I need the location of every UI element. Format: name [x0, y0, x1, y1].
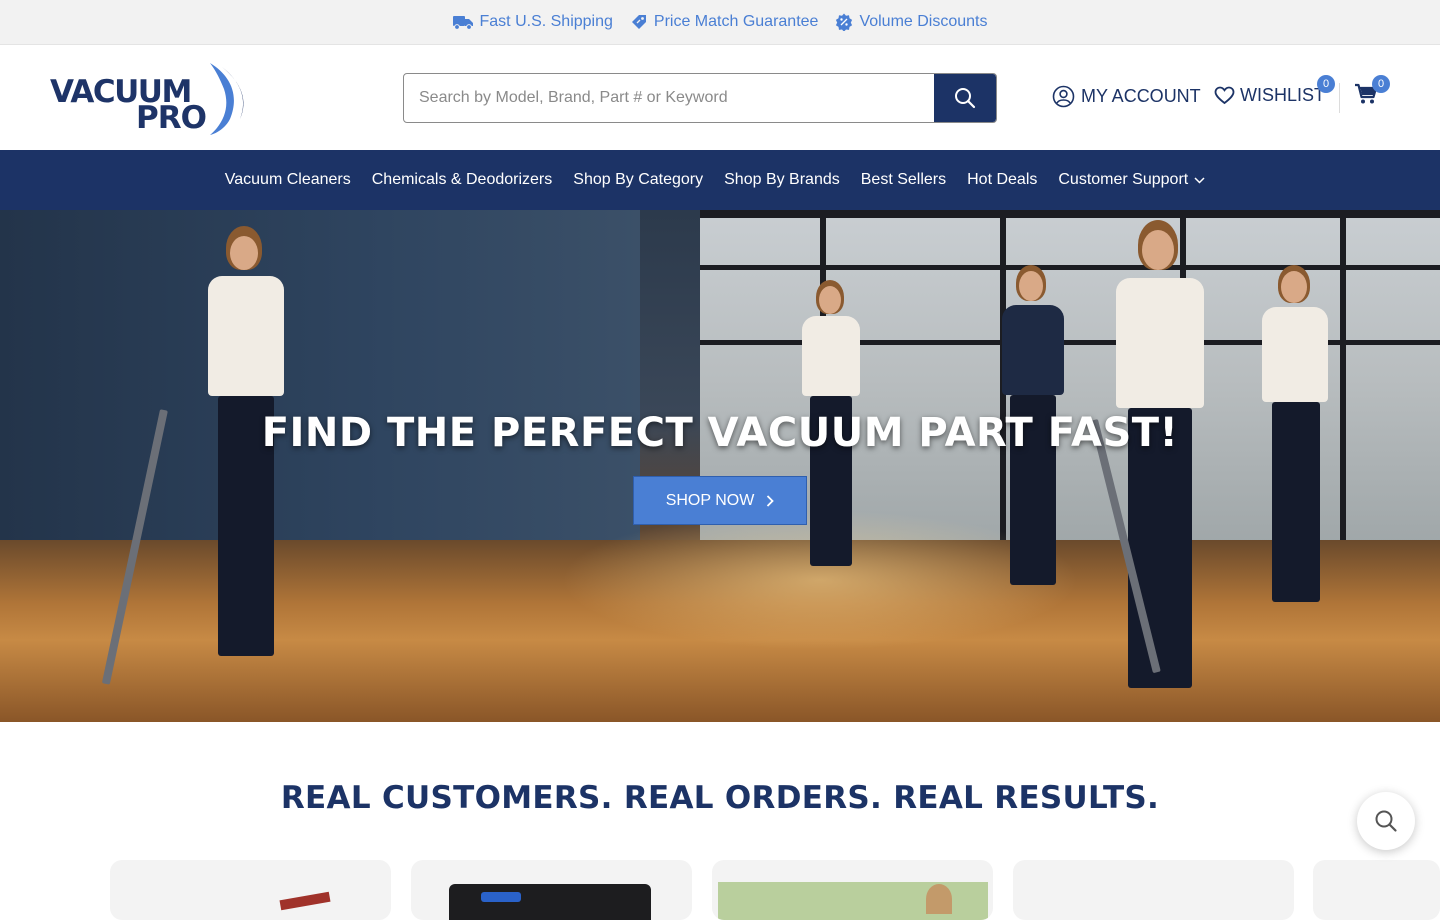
floating-search-button[interactable]: [1357, 792, 1415, 850]
main-nav: Vacuum Cleaners Chemicals & Deodorizers …: [0, 150, 1440, 210]
nav-item-shop-by-category[interactable]: Shop By Category: [573, 171, 703, 189]
header-divider: [1339, 83, 1340, 113]
promo-item-volume: Volume Discounts: [835, 13, 988, 31]
product-card[interactable]: [712, 860, 993, 920]
search-button[interactable]: [934, 74, 996, 122]
logo-swoosh-icon: [210, 63, 244, 135]
nav-label: Vacuum Cleaners: [224, 171, 351, 188]
promo-label: Price Match Guarantee: [653, 13, 819, 30]
chevron-right-icon: [767, 494, 775, 507]
vacuum-pro-logo[interactable]: VACUUM PRO: [50, 61, 250, 135]
search-bar: [403, 73, 997, 123]
account-label: MY ACCOUNT: [1081, 86, 1201, 106]
logo-line2: PRO: [136, 100, 207, 136]
search-icon: [955, 88, 976, 109]
nav-label: Shop By Category: [573, 171, 704, 188]
product-card[interactable]: [1013, 860, 1294, 920]
cart-count-badge: 0: [1372, 75, 1390, 93]
nav-item-shop-by-brands[interactable]: Shop By Brands: [724, 171, 840, 189]
user-circle-icon: [1052, 85, 1075, 108]
promo-label: Fast U.S. Shipping: [479, 13, 613, 30]
product-card[interactable]: [1313, 860, 1440, 920]
nav-label: Chemicals & Deodorizers: [371, 171, 553, 188]
site-header: VACUUM PRO MY ACCOUNT WISHLIST 0 0: [0, 45, 1440, 150]
my-account-link[interactable]: MY ACCOUNT: [1052, 85, 1201, 108]
heart-icon: [1214, 86, 1235, 105]
wishlist-label: WISHLIST: [1240, 85, 1326, 105]
truck-icon: [452, 16, 473, 30]
search-icon: [1375, 810, 1397, 832]
shop-now-button[interactable]: SHOP NOW: [633, 476, 807, 525]
nav-label: Customer Support: [1058, 171, 1189, 188]
product-card[interactable]: [411, 860, 692, 920]
nav-label: Best Sellers: [860, 171, 947, 188]
testimonials-heading: REAL CUSTOMERS. REAL ORDERS. REAL RESULT…: [280, 780, 1160, 816]
hero-bg-wall: [0, 210, 640, 540]
product-card[interactable]: [110, 860, 391, 920]
hero-title: FIND THE PERFECT VACUUM PART FAST!: [261, 410, 1179, 456]
promo-label: Volume Discounts: [859, 13, 988, 30]
promo-item-price-match: Price Match Guarantee: [630, 13, 819, 31]
wishlist-count-badge: 0: [1317, 75, 1335, 93]
nav-label: Hot Deals: [967, 171, 1038, 188]
hero-banner: FIND THE PERFECT VACUUM PART FAST! SHOP …: [0, 210, 1440, 722]
tag-icon: [631, 15, 646, 29]
nav-item-best-sellers[interactable]: Best Sellers: [861, 171, 946, 189]
discount-badge-icon: [836, 13, 853, 31]
nav-item-chemicals[interactable]: Chemicals & Deodorizers: [372, 171, 553, 189]
nav-item-vacuum-cleaners[interactable]: Vacuum Cleaners: [225, 171, 351, 189]
wishlist-link[interactable]: WISHLIST: [1214, 85, 1325, 106]
promo-item-shipping: Fast U.S. Shipping: [452, 13, 613, 31]
nav-item-customer-support[interactable]: Customer Support: [1058, 171, 1205, 189]
nav-item-hot-deals[interactable]: Hot Deals: [967, 171, 1037, 189]
nav-label: Shop By Brands: [724, 171, 840, 188]
search-input[interactable]: [404, 74, 936, 122]
chevron-down-icon: [1194, 176, 1205, 184]
shop-now-label: SHOP NOW: [665, 491, 755, 509]
promo-bar: Fast U.S. Shipping Price Match Guarantee…: [0, 0, 1440, 45]
